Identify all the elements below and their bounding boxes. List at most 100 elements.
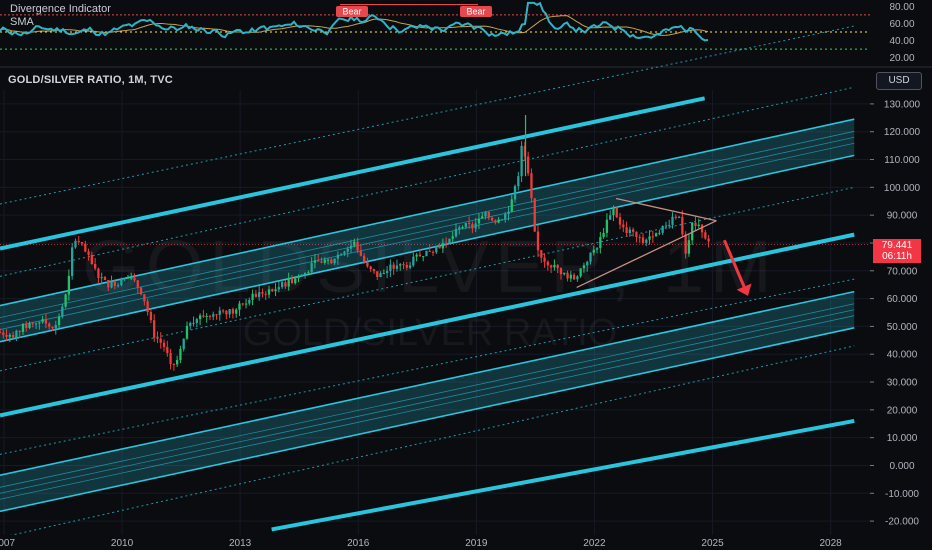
candle-body <box>67 275 71 295</box>
candle-body <box>231 309 235 314</box>
candle-body <box>609 215 612 220</box>
candle-body <box>543 257 546 262</box>
candle-body <box>546 261 549 266</box>
candle-body <box>622 224 625 228</box>
candle-body <box>428 250 431 252</box>
candle-body <box>448 238 451 244</box>
candle-body <box>261 292 264 294</box>
candle-body <box>162 342 166 347</box>
candle-body <box>346 248 349 252</box>
candle-body <box>31 323 34 325</box>
candle-body <box>218 310 221 315</box>
candle-body <box>385 270 389 274</box>
price-tick-label: 20.000 <box>887 405 918 416</box>
candle-body <box>11 334 15 338</box>
candle-body <box>221 310 225 312</box>
candle-body <box>90 254 94 264</box>
dotted-parallel-line <box>0 345 855 539</box>
candle-body <box>668 224 671 226</box>
candle-body <box>392 264 395 269</box>
candle-body <box>645 239 648 243</box>
candle-body <box>704 232 707 239</box>
candle-body <box>21 323 25 332</box>
candle-body <box>61 306 64 317</box>
bear-label[interactable]: Bear <box>466 7 485 17</box>
candle-body <box>44 318 48 324</box>
candle-body <box>238 303 241 310</box>
candle-body <box>563 272 566 275</box>
indicator-title[interactable]: Divergence Indicator <box>10 3 111 15</box>
candle-body <box>139 287 143 295</box>
price-tick-label: 100.000 <box>884 183 921 194</box>
candle-body <box>166 346 169 354</box>
candle-body <box>418 254 422 257</box>
candle-body <box>317 260 320 262</box>
last-price-label: 79.441 06:11h <box>873 238 921 263</box>
candle-body <box>333 258 336 264</box>
candle-body <box>441 243 445 249</box>
candle-body <box>641 237 645 243</box>
currency-button[interactable]: USD <box>876 72 922 90</box>
candle-body <box>556 264 559 269</box>
candle-body <box>445 243 448 245</box>
candle-body <box>208 315 212 317</box>
time-axis[interactable]: 2007 2010 2013 2016 2019 2022 2025 2028 <box>0 535 932 550</box>
sma-label[interactable]: SMA <box>10 16 34 28</box>
candle-body <box>356 241 359 251</box>
candle-body <box>303 272 307 275</box>
candle-body <box>156 337 159 339</box>
candle-body <box>631 229 635 232</box>
candle-body <box>51 326 54 329</box>
candle-body <box>638 237 641 239</box>
candle-body <box>382 273 385 275</box>
candle-body <box>681 216 684 235</box>
bear-label[interactable]: Bear <box>342 7 361 17</box>
candle-body <box>605 219 609 233</box>
candle-body <box>687 240 691 254</box>
price-axis[interactable]: 130.000120.000110.000100.00090.00080.000… <box>870 68 932 535</box>
candle-body <box>146 301 149 313</box>
symbol-title[interactable]: GOLD/SILVER RATIO, 1M, TVC <box>8 74 173 86</box>
time-tick-label: 2025 <box>701 538 724 549</box>
candle-body <box>533 198 536 232</box>
candle-body <box>300 274 303 276</box>
candle-body <box>438 246 441 249</box>
candle-body <box>271 289 274 292</box>
price-tick-label: 70.000 <box>887 266 918 277</box>
price-tick-label: 0.000 <box>889 461 914 472</box>
candle-body <box>297 275 300 279</box>
candle-body <box>244 303 248 305</box>
candle-body <box>254 293 258 297</box>
candle-body <box>500 219 504 221</box>
candle-body <box>586 261 589 266</box>
candle-body <box>323 259 326 263</box>
candle-body <box>130 277 133 279</box>
indicator-tick-label: 60.00 <box>889 19 914 30</box>
candle-body <box>287 278 290 287</box>
candle-body <box>425 250 428 257</box>
candle-body <box>110 281 113 288</box>
candle-body <box>461 227 464 229</box>
candle-countdown: 06:11h <box>882 250 912 262</box>
candle-body <box>107 279 110 288</box>
candle-body <box>389 264 392 271</box>
candle-body <box>336 254 340 259</box>
triangle-trendline[interactable] <box>615 197 717 222</box>
candle-body <box>654 233 658 237</box>
candle-body <box>527 156 530 174</box>
candle-body <box>674 216 677 218</box>
candle-body <box>235 309 238 314</box>
candle-body <box>64 294 67 307</box>
candle-body <box>651 236 654 238</box>
candle-body <box>635 231 638 238</box>
candle-body <box>648 236 651 240</box>
candle-body <box>490 217 494 221</box>
price-tick-label: 60.000 <box>887 294 918 305</box>
candle-body <box>202 315 205 317</box>
candle-body <box>549 265 553 268</box>
candle-body <box>294 278 297 284</box>
candle-body <box>366 262 369 267</box>
candle-body <box>454 229 458 237</box>
candle-body <box>116 285 120 287</box>
time-tick-label: 2019 <box>465 538 488 549</box>
